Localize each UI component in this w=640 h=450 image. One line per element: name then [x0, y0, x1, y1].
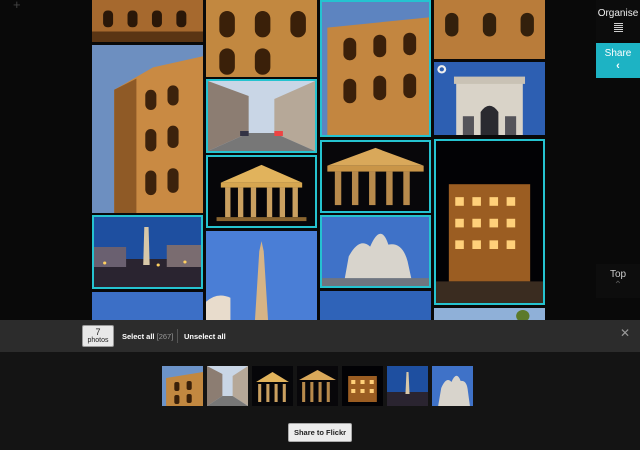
thumbnail-fountain[interactable] — [432, 366, 473, 406]
thumbnail-street[interactable] — [207, 366, 248, 406]
photo-sky[interactable] — [320, 291, 431, 320]
share-button[interactable]: Share ‹ — [596, 43, 640, 78]
top-label: Top — [609, 269, 627, 280]
selected-count-badge: 7 photos — [82, 325, 114, 347]
share-to-flickr-button[interactable]: Share to Flickr — [288, 423, 352, 442]
photo-fountain[interactable] — [320, 215, 431, 288]
photo-street-tree[interactable] — [434, 308, 545, 320]
photo-obelisk[interactable] — [206, 231, 317, 320]
select-all-link[interactable]: Select all [267] — [122, 332, 173, 341]
photo-sky[interactable] — [92, 292, 203, 320]
share-label: Share — [604, 48, 632, 59]
selected-count: 7 — [95, 327, 101, 337]
photo-hotel-night[interactable] — [434, 139, 545, 305]
organise-label: Organise — [597, 8, 639, 19]
photo-street[interactable] — [206, 79, 317, 153]
photo-gallery: + Organise Share ‹ Top ⌃ — [0, 0, 640, 320]
photo-arch[interactable] — [434, 62, 545, 135]
photo-colosseum[interactable] — [92, 0, 203, 42]
unselect-all-link[interactable]: Unselect all — [184, 332, 226, 341]
close-icon[interactable]: ✕ — [620, 326, 630, 340]
thumbnail-piazza-navona[interactable] — [387, 366, 428, 406]
list-icon — [613, 23, 623, 32]
chevron-up-icon: ⌃ — [613, 280, 623, 291]
photo-colosseum[interactable] — [206, 0, 317, 77]
thumbnail-pantheon[interactable] — [252, 366, 293, 406]
selection-bar: 7 photos Select all [267] Unselect all ✕ — [0, 320, 640, 352]
plus-icon[interactable]: + — [13, 0, 21, 12]
organise-button[interactable]: Organise — [596, 0, 640, 40]
photo-pantheon[interactable] — [320, 140, 431, 213]
photo-piazza-navona[interactable] — [92, 215, 203, 289]
selected-count-unit: photos — [87, 337, 109, 344]
photo-pantheon[interactable] — [206, 155, 317, 228]
photo-colosseum[interactable] — [320, 0, 431, 137]
chevron-left-icon: ‹ — [616, 60, 620, 72]
divider — [177, 329, 178, 343]
select-all-label: Select all — [122, 332, 155, 341]
thumbnail-pantheon[interactable] — [297, 366, 338, 406]
photo-colosseum[interactable] — [92, 45, 203, 213]
thumbnail-colosseum[interactable] — [162, 366, 203, 406]
select-all-count: [267] — [156, 332, 174, 341]
thumbnail-hotel-night[interactable] — [342, 366, 383, 406]
photo-colosseum[interactable] — [434, 0, 545, 59]
top-button[interactable]: Top ⌃ — [596, 264, 640, 298]
